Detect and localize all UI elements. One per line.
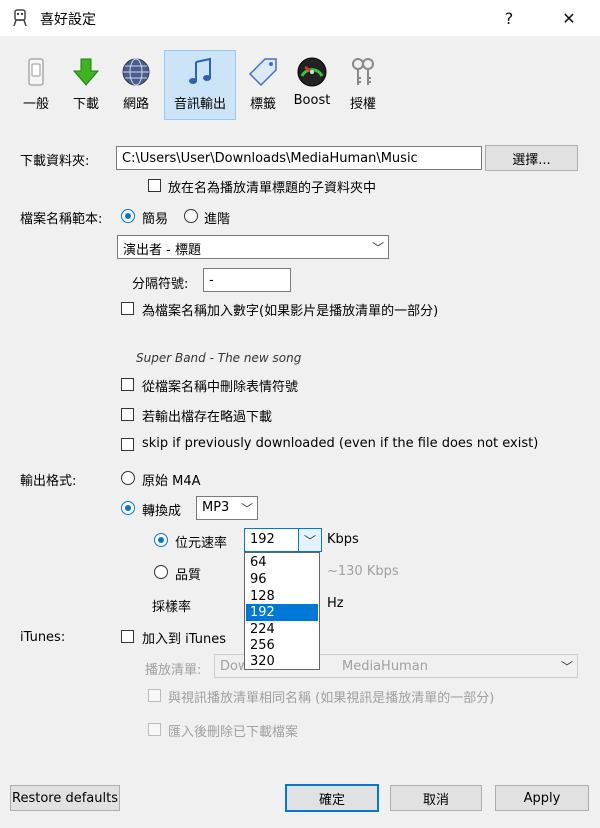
- title-bar: 喜好設定 ? ✕: [0, 0, 600, 36]
- chevron-down-icon: ﹀: [303, 534, 316, 548]
- kbps-label: Kbps: [327, 532, 359, 547]
- format-value: MP3: [202, 500, 230, 515]
- bitrate-select[interactable]: 192 ﹀: [244, 528, 322, 552]
- toggle-switch-icon: [28, 58, 44, 86]
- filename-pattern-value: 演出者 - 標題: [123, 243, 201, 258]
- tab-tags[interactable]: 標籤: [238, 50, 288, 120]
- tab-label: 網路: [122, 97, 149, 112]
- download-folder-input[interactable]: C:\Users\User\Downloads\MediaHuman\Music: [116, 146, 482, 170]
- same-name-checkbox[interactable]: [148, 689, 161, 702]
- speedometer-icon: [297, 57, 327, 87]
- bitrate-option[interactable]: 320: [246, 653, 318, 670]
- bitrate-option[interactable]: 64: [246, 554, 318, 571]
- window-title: 喜好設定: [40, 12, 96, 28]
- cancel-button[interactable]: 取消: [390, 785, 482, 811]
- tab-label: 一般: [22, 97, 49, 112]
- bitrate-option[interactable]: 256: [246, 637, 318, 654]
- tab-boost[interactable]: Boost: [288, 50, 336, 120]
- hz-label: Hz: [327, 596, 344, 611]
- original-m4a-label: 原始 M4A: [142, 474, 201, 489]
- convert-radio[interactable]: [121, 501, 135, 515]
- delete-after-checkbox[interactable]: [148, 723, 161, 736]
- quality-label: 品質: [175, 568, 202, 583]
- tab-audio-output[interactable]: 音訊輸出: [164, 50, 236, 120]
- bitrate-option[interactable]: 96: [246, 571, 318, 588]
- browse-button[interactable]: 選擇...: [485, 145, 578, 171]
- tab-general[interactable]: 一般: [10, 50, 62, 120]
- bitrate-label: 位元速率: [175, 536, 228, 551]
- app-icon: [13, 9, 27, 27]
- bitrate-option-selected[interactable]: 192: [246, 604, 318, 621]
- format-select[interactable]: MP3 ﹀: [196, 496, 258, 520]
- add-number-checkbox[interactable]: [121, 302, 134, 315]
- music-note-icon: [189, 57, 211, 84]
- tab-label: Boost: [293, 93, 331, 108]
- remove-emoji-checkbox[interactable]: [121, 378, 134, 391]
- tab-label: 下載: [72, 97, 99, 112]
- quality-hint: ~130 Kbps: [327, 564, 399, 579]
- filename-pattern-select[interactable]: 演出者 - 標題 ﹀: [117, 235, 389, 259]
- add-number-label: 為檔案名稱加入數字(如果影片是播放清單的一部分): [142, 304, 439, 319]
- same-name-label: 與視訊播放清單相同名稱 (如果視訊是播放清單的一部分): [168, 691, 495, 706]
- download-arrow-icon: [72, 58, 100, 86]
- tag-icon: [248, 58, 277, 87]
- keys-icon: [352, 58, 374, 85]
- original-m4a-radio[interactable]: [121, 471, 135, 485]
- playlist-value-right: MediaHuman: [342, 659, 428, 674]
- tab-label: 音訊輸出: [173, 97, 226, 112]
- advanced-label: 進階: [204, 212, 231, 227]
- playlist-label: 播放清單:: [145, 663, 202, 678]
- separator-label: 分隔符號:: [132, 277, 189, 292]
- itunes-label: iTunes:: [20, 630, 66, 645]
- download-folder-label: 下載資料夾:: [20, 154, 90, 169]
- add-itunes-checkbox[interactable]: [121, 630, 134, 643]
- filename-preview: Super Band - The new song: [136, 351, 302, 365]
- tab-download[interactable]: 下載: [62, 50, 110, 120]
- skip-previous-checkbox[interactable]: [121, 438, 134, 451]
- apply-button[interactable]: Apply: [495, 785, 589, 811]
- remove-emoji-label: 從檔案名稱中刪除表情符號: [142, 380, 299, 395]
- tab-license[interactable]: 授權: [336, 50, 390, 120]
- tab-label: 標籤: [249, 97, 276, 112]
- subfolder-checkbox[interactable]: [148, 179, 161, 192]
- restore-defaults-button[interactable]: Restore defaults: [10, 785, 120, 811]
- quality-radio[interactable]: [154, 565, 168, 579]
- bitrate-radio[interactable]: [154, 533, 168, 547]
- tab-network[interactable]: 網路: [110, 50, 162, 120]
- samplerate-label: 採樣率: [152, 600, 192, 615]
- globe-icon: [122, 58, 150, 86]
- ok-button[interactable]: 確定: [285, 784, 379, 812]
- chevron-down-icon: ﹀: [240, 502, 253, 516]
- skip-exists-checkbox[interactable]: [121, 408, 134, 421]
- chevron-down-icon: ﹀: [560, 660, 573, 674]
- skip-exists-label: 若輸出檔存在略過下載: [142, 410, 273, 425]
- output-format-label: 輸出格式:: [20, 474, 77, 489]
- delete-after-label: 匯入後刪除已下載檔案: [168, 725, 299, 740]
- close-button[interactable]: ✕: [546, 4, 592, 32]
- simple-radio[interactable]: [121, 209, 135, 223]
- skip-previous-label: skip if previously downloaded (even if t…: [142, 436, 539, 451]
- tab-label: 授權: [349, 97, 376, 112]
- bitrate-value: 192: [250, 532, 275, 547]
- filename-template-label: 檔案名稱範本:: [20, 212, 103, 227]
- advanced-radio[interactable]: [184, 209, 198, 223]
- bitrate-dropdown-list: 64 96 128 192 224 256 320: [244, 552, 320, 670]
- convert-label: 轉換成: [142, 504, 182, 519]
- separator-input[interactable]: -: [203, 268, 291, 292]
- chevron-down-icon: ﹀: [371, 241, 384, 255]
- add-itunes-label: 加入到 iTunes: [142, 632, 226, 647]
- bitrate-option[interactable]: 128: [246, 588, 318, 605]
- simple-label: 簡易: [142, 212, 169, 227]
- help-button[interactable]: ?: [486, 4, 532, 32]
- subfolder-label: 放在名為播放清單標題的子資料夾中: [168, 181, 377, 196]
- bitrate-option[interactable]: 224: [246, 621, 318, 638]
